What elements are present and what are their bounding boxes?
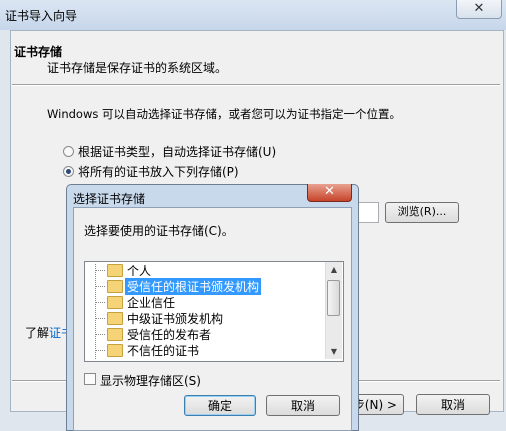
radio-auto-store[interactable]	[63, 146, 74, 157]
scroll-down-arrow-icon[interactable]: ▼	[326, 344, 342, 359]
folder-icon	[107, 296, 123, 309]
store-path-field[interactable]	[356, 202, 379, 223]
ok-button[interactable]: 确定	[184, 395, 256, 416]
tree-item-label: 受信任的根证书颁发机构	[125, 278, 262, 295]
dialog-cancel-button[interactable]: 取消	[266, 395, 340, 416]
browse-button[interactable]: 浏览(R)...	[385, 202, 459, 223]
tree-item-label: 受信任的发布者	[127, 328, 212, 342]
radio-auto-store-label: 根据证书类型，自动选择证书存储(U)	[78, 145, 277, 159]
show-physical-label: 显示物理存储区(S)	[100, 374, 201, 388]
page-title: 证书存储	[14, 45, 63, 59]
tree-item-label: 企业信任	[127, 296, 176, 310]
close-icon: ✕	[324, 184, 335, 199]
window-close-button[interactable]: ✕	[456, 0, 502, 19]
cancel-button[interactable]: 取消	[416, 394, 490, 415]
scrollbar-thumb[interactable]	[327, 280, 340, 316]
tree-item-label: 不信任的证书	[127, 344, 200, 358]
tree-item-label: 中级证书颁发机构	[127, 312, 224, 326]
tree-connector-line	[95, 264, 96, 359]
page-subtitle: 证书存储是保存证书的系统区域。	[47, 61, 228, 75]
folder-icon	[107, 344, 123, 357]
intro-text: Windows 可以自动选择证书存储，或者您可以为证书指定一个位置。	[47, 107, 401, 121]
dialog-title: 选择证书存储	[73, 192, 146, 206]
scroll-up-arrow-icon[interactable]: ▲	[326, 262, 342, 277]
folder-icon	[107, 328, 123, 341]
radio-manual-store[interactable]	[63, 166, 74, 177]
close-icon: ✕	[473, 1, 485, 16]
folder-icon	[107, 312, 123, 325]
radio-manual-store-label: 将所有的证书放入下列存储(P)	[78, 165, 239, 179]
folder-icon	[107, 280, 123, 293]
dialog-close-button[interactable]: ✕	[307, 184, 352, 202]
dialog-prompt: 选择要使用的证书存储(C)。	[84, 224, 234, 238]
window-title: 证书导入向导	[5, 9, 78, 23]
show-physical-checkbox[interactable]	[84, 373, 96, 385]
folder-icon	[107, 264, 123, 277]
learn-prefix: 了解	[25, 326, 50, 340]
tree-item-label: 个人	[127, 264, 152, 278]
header-divider	[12, 84, 500, 85]
